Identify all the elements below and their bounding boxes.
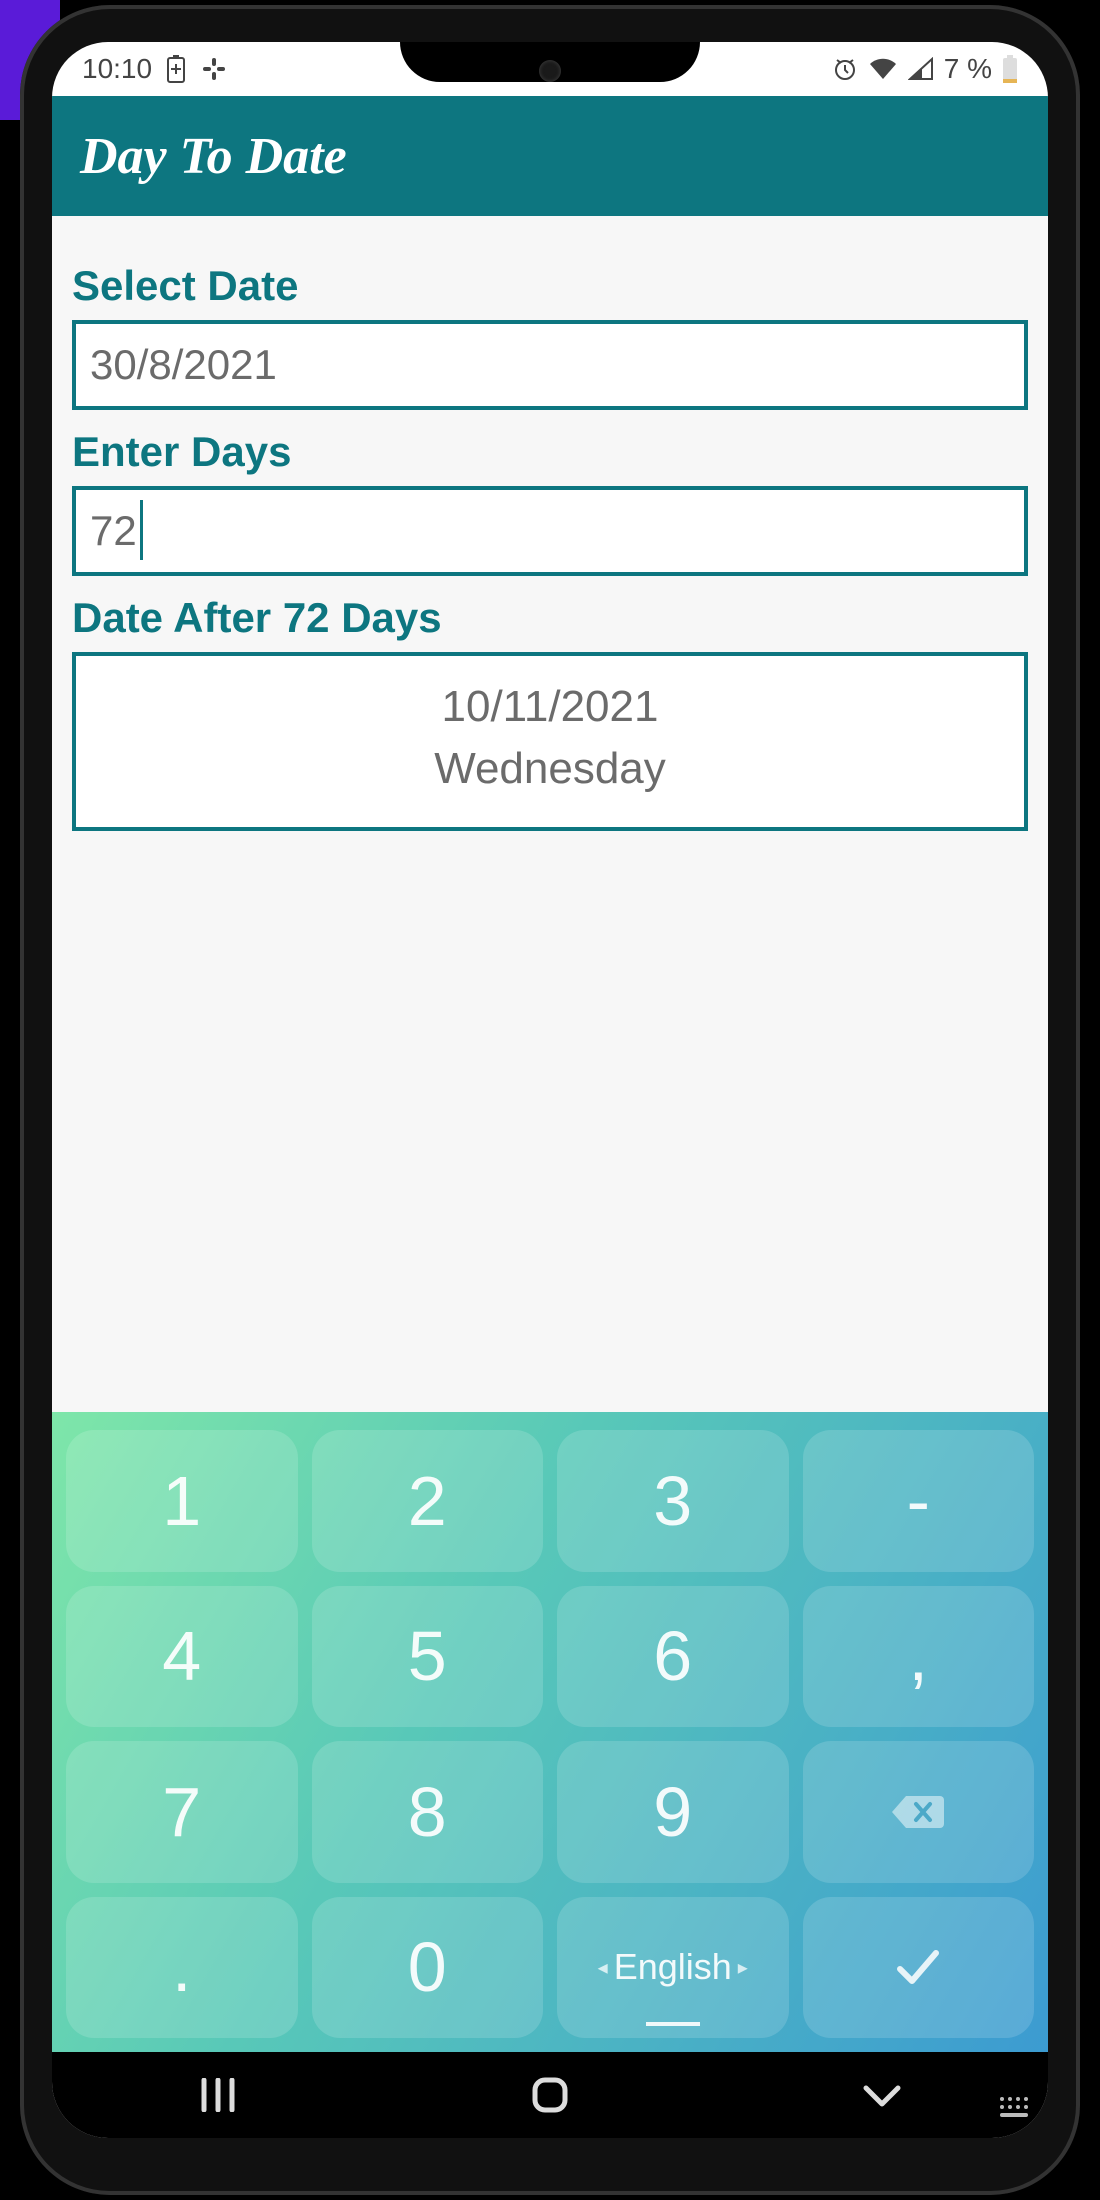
key-5[interactable]: 5 (312, 1586, 544, 1728)
key-4[interactable]: 4 (66, 1586, 298, 1728)
key-done[interactable] (803, 1897, 1035, 2039)
wifi-icon (868, 57, 898, 81)
signal-icon (908, 57, 934, 81)
key-9[interactable]: 9 (557, 1741, 789, 1883)
battery-icon (1002, 54, 1018, 84)
alarm-icon (832, 56, 858, 82)
language-label: English (614, 1946, 732, 1988)
key-8[interactable]: 8 (312, 1741, 544, 1883)
app-bar: Day To Date (52, 96, 1048, 216)
keyboard-toggle-icon[interactable] (996, 2093, 1036, 2128)
key-3[interactable]: 3 (557, 1430, 789, 1572)
content-area: Select Date Enter Days Date After 72 Day… (52, 216, 1048, 1412)
status-time: 10:10 (82, 53, 152, 85)
battery-plus-icon (166, 54, 186, 84)
chevron-right-icon: ▸ (732, 1955, 754, 1980)
app-notification-icon (200, 55, 228, 83)
back-button[interactable] (822, 2070, 942, 2120)
numeric-keyboard: 1 2 3 - 4 5 6 , 7 8 9 . 0 ◂ English ▸ (52, 1412, 1048, 2052)
chevron-left-icon: ◂ (592, 1955, 614, 1980)
key-0[interactable]: 0 (312, 1897, 544, 2039)
key-backspace[interactable] (803, 1741, 1035, 1883)
notch (400, 42, 700, 82)
key-minus[interactable]: - (803, 1430, 1035, 1572)
key-2[interactable]: 2 (312, 1430, 544, 1572)
result-day: Wednesday (76, 738, 1024, 800)
system-nav-bar (52, 2052, 1048, 2138)
result-label: Date After 72 Days (72, 594, 1028, 642)
screen: 10:10 7 % Day To Date (52, 42, 1048, 2138)
enter-days-label: Enter Days (72, 428, 1028, 476)
key-language[interactable]: ◂ English ▸ (557, 1897, 789, 2039)
recents-button[interactable] (158, 2070, 278, 2120)
enter-days-input[interactable] (72, 486, 1028, 576)
key-comma[interactable]: , (803, 1586, 1035, 1728)
key-7[interactable]: 7 (66, 1741, 298, 1883)
key-6[interactable]: 6 (557, 1586, 789, 1728)
app-title: Day To Date (80, 127, 347, 186)
key-1[interactable]: 1 (66, 1430, 298, 1572)
key-period[interactable]: . (66, 1897, 298, 2039)
select-date-label: Select Date (72, 262, 1028, 310)
home-button[interactable] (490, 2070, 610, 2120)
battery-percent: 7 % (944, 53, 992, 85)
result-box: 10/11/2021 Wednesday (72, 652, 1028, 831)
select-date-input[interactable] (72, 320, 1028, 410)
result-date: 10/11/2021 (76, 676, 1024, 738)
